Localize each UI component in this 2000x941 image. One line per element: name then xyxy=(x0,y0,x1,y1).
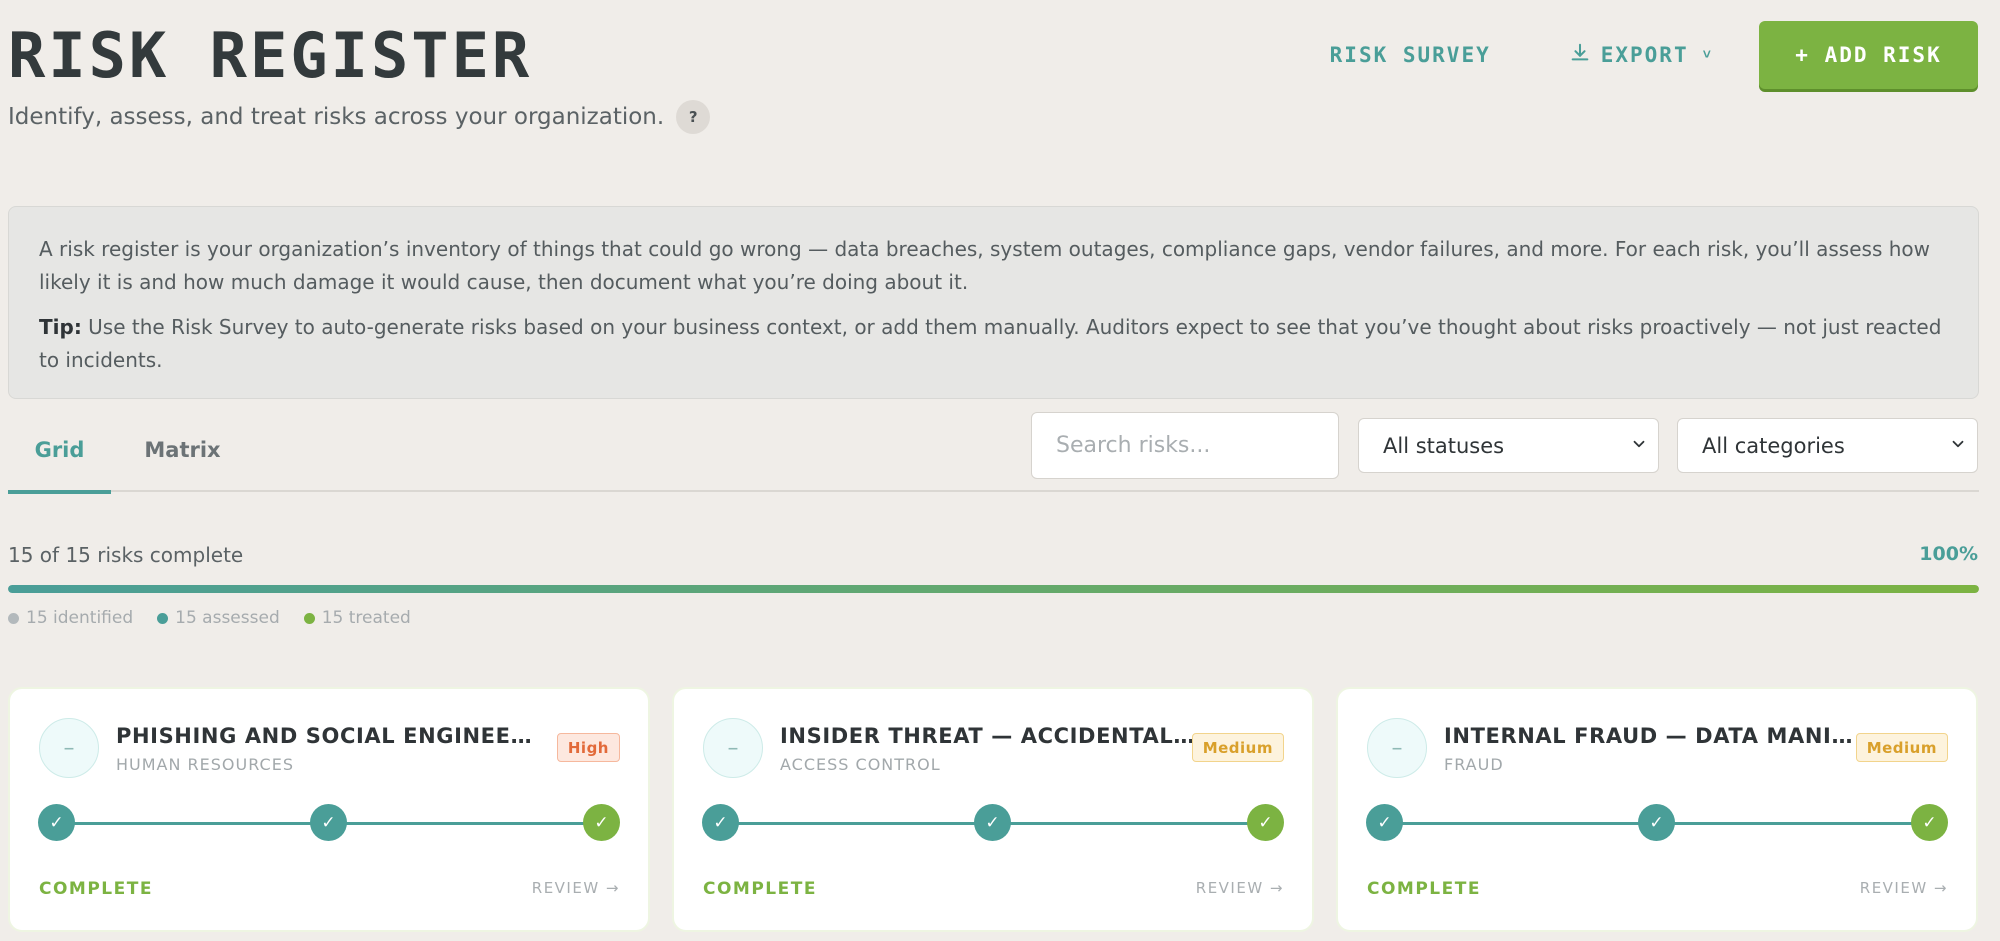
risk-status-label: COMPLETE xyxy=(39,879,153,899)
header-actions: RISK SURVEY EXPORT ˅ + ADD RISK xyxy=(1330,20,1978,90)
legend-dot-assessed xyxy=(157,612,169,624)
risk-category: ACCESS CONTROL xyxy=(780,755,941,774)
risk-category: FRAUD xyxy=(1444,755,1504,774)
tab-matrix[interactable]: Matrix xyxy=(120,410,245,490)
legend-identified: 15 identified xyxy=(8,608,133,628)
risk-progress-stepper: ✓ ✓ ✓ xyxy=(702,804,1284,842)
risk-title: INTERNAL FRAUD — DATA MANIPULATION xyxy=(1444,724,1864,748)
progress-label: 15 of 15 risks complete xyxy=(8,543,244,567)
subtitle-row: Identify, assess, and treat risks across… xyxy=(8,100,711,134)
legend-assessed: 15 assessed xyxy=(157,608,280,628)
progress-percent: 100% xyxy=(1919,543,1978,565)
risk-card[interactable]: – INSIDER THREAT — ACCIDENTAL DATA EXPOS… xyxy=(672,687,1314,932)
risk-survey-label: RISK SURVEY xyxy=(1329,43,1491,67)
add-risk-label: + ADD RISK xyxy=(1795,43,1942,67)
step-treated-check-icon: ✓ xyxy=(1911,804,1948,841)
legend-label-identified: 15 identified xyxy=(26,608,134,628)
export-button[interactable]: EXPORT ˅ xyxy=(1569,42,1713,69)
step-treated-check-icon: ✓ xyxy=(1247,804,1284,841)
info-text: A risk register is your organization’s i… xyxy=(39,237,1930,294)
risk-status-label: COMPLETE xyxy=(703,879,817,899)
tip-label: Tip: xyxy=(39,315,82,339)
chevron-down-icon xyxy=(1949,434,1967,458)
chevron-down-icon: ˅ xyxy=(1702,46,1713,63)
category-filter-value: All categories xyxy=(1702,433,1845,458)
risk-category: HUMAN RESOURCES xyxy=(116,755,294,774)
legend-dot-identified xyxy=(8,612,19,624)
review-link[interactable]: REVIEW → xyxy=(532,879,620,897)
review-link[interactable]: REVIEW → xyxy=(1860,879,1948,897)
step-identified-check-icon: ✓ xyxy=(1366,804,1403,841)
progress-bar xyxy=(8,585,1979,593)
page-subtitle: Identify, assess, and treat risks across… xyxy=(8,104,665,130)
step-assessed-check-icon: ✓ xyxy=(974,804,1011,841)
status-filter-value: All statuses xyxy=(1383,433,1505,458)
step-identified-check-icon: ✓ xyxy=(38,804,75,841)
risk-survey-button[interactable]: RISK SURVEY xyxy=(1330,43,1491,67)
tip-text: Use the Risk Survey to auto-generate ris… xyxy=(39,315,1942,372)
export-label: EXPORT xyxy=(1600,43,1689,67)
risk-card[interactable]: – INTERNAL FRAUD — DATA MANIPULATION FRA… xyxy=(1336,687,1978,932)
risk-status-icon: – xyxy=(39,718,99,778)
legend-dot-treated xyxy=(303,612,315,624)
risk-card[interactable]: – PHISHING AND SOCIAL ENGINEERING HUMAN … xyxy=(8,687,650,932)
step-assessed-check-icon: ✓ xyxy=(1638,804,1675,841)
risk-title: PHISHING AND SOCIAL ENGINEERING xyxy=(116,724,536,748)
progress-bar-fill xyxy=(8,585,1979,593)
risk-status-icon: – xyxy=(1367,718,1427,778)
risk-title: INSIDER THREAT — ACCIDENTAL DATA EXPOSUR… xyxy=(780,724,1200,748)
status-filter-select[interactable]: All statuses xyxy=(1358,418,1659,473)
risk-progress-stepper: ✓ ✓ ✓ xyxy=(38,804,620,842)
progress-legend: 15 identified 15 assessed 15 treated xyxy=(8,608,411,628)
help-icon[interactable]: ? xyxy=(676,100,711,134)
tab-grid[interactable]: Grid xyxy=(8,410,111,494)
chevron-down-icon xyxy=(1630,434,1648,458)
page-title: RISK REGISTER xyxy=(8,19,533,92)
risk-progress-stepper: ✓ ✓ ✓ xyxy=(1366,804,1948,842)
legend-treated: 15 treated xyxy=(303,608,411,628)
severity-badge: Medium xyxy=(1191,733,1284,762)
step-assessed-check-icon: ✓ xyxy=(310,804,347,841)
legend-label-treated: 15 treated xyxy=(321,608,411,628)
risk-status-icon: – xyxy=(703,718,763,778)
info-box: A risk register is your organization’s i… xyxy=(8,206,1979,399)
step-treated-check-icon: ✓ xyxy=(583,804,620,841)
severity-badge: Medium xyxy=(1855,733,1948,762)
download-icon xyxy=(1569,42,1591,69)
risk-status-label: COMPLETE xyxy=(1367,879,1481,899)
step-identified-check-icon: ✓ xyxy=(702,804,739,841)
search-input[interactable] xyxy=(1031,412,1339,479)
review-link[interactable]: REVIEW → xyxy=(1196,879,1284,897)
add-risk-button[interactable]: + ADD RISK xyxy=(1759,21,1978,89)
severity-badge: High xyxy=(556,733,620,762)
category-filter-select[interactable]: All categories xyxy=(1677,418,1978,473)
legend-label-assessed: 15 assessed xyxy=(175,608,280,628)
tip-paragraph: Tip: Use the Risk Survey to auto-generat… xyxy=(39,311,1948,377)
